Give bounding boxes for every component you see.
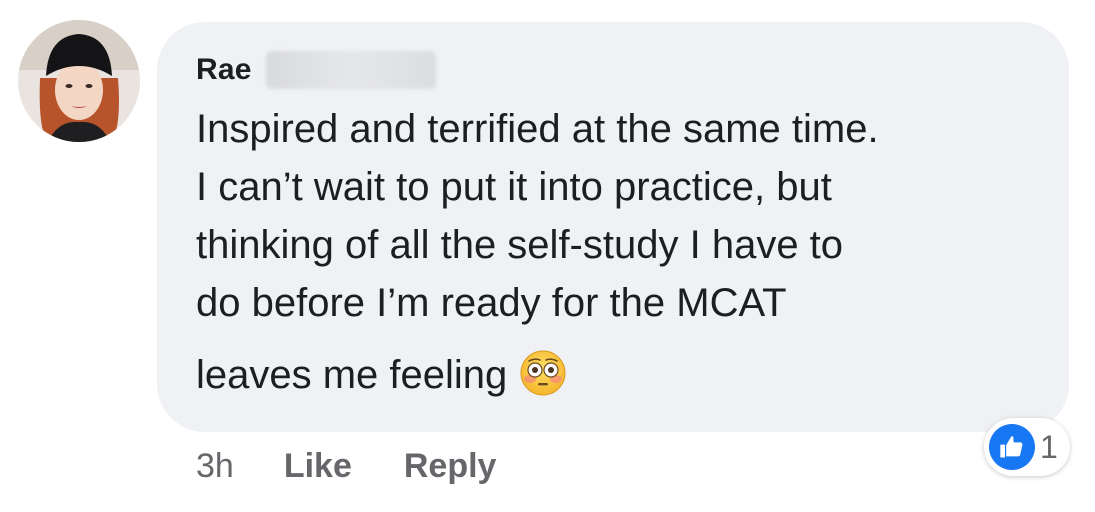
comment-container: Rae Inspired and terrified at the same t…	[0, 0, 1095, 512]
comment-line: leaves me feeling	[196, 353, 508, 397]
comment-line: do before I’m ready for the MCAT	[196, 281, 787, 325]
author-row: Rae	[196, 48, 436, 92]
avatar-photo	[18, 20, 140, 142]
like-button[interactable]: Like	[284, 447, 352, 486]
timestamp[interactable]: 3h	[196, 447, 234, 486]
comment-text: Inspired and terrified at the same time.…	[196, 100, 1056, 404]
reply-button[interactable]: Reply	[404, 447, 497, 486]
comment-actions: 3h Like Reply	[196, 444, 548, 488]
reaction-count: 1	[1040, 428, 1058, 465]
flushed-face-icon	[519, 349, 567, 397]
author-name[interactable]: Rae	[196, 53, 252, 87]
redacted-surname	[265, 51, 436, 89]
avatar[interactable]	[18, 20, 140, 142]
comment-line-last: leaves me feeling	[196, 346, 1056, 404]
reaction-summary[interactable]: 1	[984, 418, 1070, 476]
comment-line: thinking of all the self-study I have to	[196, 223, 844, 267]
comment-line: I can’t wait to put it into practice, bu…	[196, 165, 832, 209]
comment-line: Inspired and terrified at the same time.	[196, 107, 879, 151]
thumbs-up-icon	[989, 424, 1035, 470]
